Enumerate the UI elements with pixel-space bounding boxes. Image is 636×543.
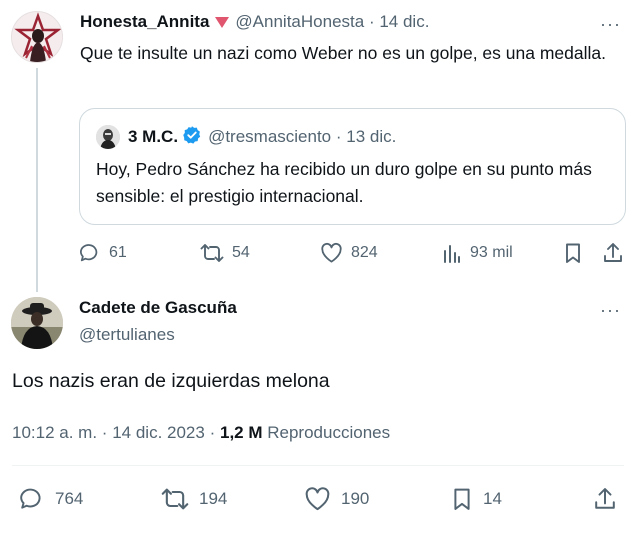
repost-count: 194 [199, 489, 228, 508]
bookmark-icon [563, 242, 583, 264]
quoted-avatar [96, 125, 120, 149]
avatar[interactable] [11, 297, 63, 349]
avatar[interactable] [11, 11, 63, 63]
bookmark-button[interactable] [563, 242, 583, 264]
like-button[interactable]: 190 [304, 486, 369, 512]
heart-icon [320, 242, 343, 264]
bookmark-count: 14 [483, 489, 502, 508]
display-name[interactable]: Cadete de Gascuña [79, 298, 237, 318]
reply-icon [79, 242, 101, 264]
separator-dot: · [101, 423, 108, 442]
repost-count: 54 [232, 244, 250, 261]
reply-button[interactable]: 764 [19, 486, 83, 512]
quoted-text: Hoy, Pedro Sánchez ha recibido un duro g… [96, 159, 592, 206]
quoted-date: 13 dic. [346, 127, 397, 146]
tweet-text: Que te insulte un nazi como Weber no es … [80, 43, 606, 63]
repost-icon [200, 242, 224, 264]
reply-button[interactable]: 61 [79, 242, 127, 264]
reply-count: 61 [109, 244, 127, 261]
triangle-icon [215, 16, 230, 28]
bookmark-icon [451, 486, 473, 512]
separator-dot: · [335, 127, 342, 146]
more-options-button[interactable]: ··· [600, 14, 621, 35]
share-icon [603, 242, 623, 264]
repost-button[interactable]: 54 [200, 242, 250, 264]
tweet-date[interactable]: 14 dic. 2023 [112, 423, 205, 442]
share-button[interactable] [603, 242, 623, 264]
heart-icon [304, 486, 331, 512]
quoted-tweet[interactable]: 3 M.C. @tresmasciento · 13 dic. Hoy, Pedr… [79, 108, 626, 225]
handle[interactable]: @AnnitaHonesta [235, 12, 364, 31]
quoted-avatar-image [96, 125, 120, 149]
like-count: 190 [341, 489, 370, 508]
share-icon [594, 486, 616, 512]
reply-count: 764 [55, 489, 84, 508]
verified-badge-icon [182, 125, 202, 150]
views-chart-icon [442, 242, 462, 264]
views-count: 1,2 M [219, 423, 263, 442]
quoted-header: 3 M.C. @tresmasciento · 13 dic. [128, 125, 396, 150]
views-button[interactable]: 93 mil [442, 242, 513, 264]
avatar-image [12, 12, 62, 62]
divider [12, 465, 624, 466]
more-options-button[interactable]: ··· [600, 300, 621, 321]
quoted-handle: @tresmasciento [208, 127, 332, 146]
tweet-time[interactable]: 10:12 a. m. [12, 423, 97, 442]
like-count: 824 [351, 244, 378, 261]
repost-icon [161, 486, 189, 512]
views-count: 93 mil [470, 244, 513, 261]
views-label: Reproducciones [267, 423, 391, 442]
handle[interactable]: @tertulianes [79, 325, 175, 345]
display-name[interactable]: Honesta_Annita [80, 12, 209, 31]
tweet-text: Los nazis eran de izquierdas melona [12, 370, 330, 392]
tweet-date[interactable]: 14 dic. [379, 12, 429, 31]
separator-dot: · [368, 12, 375, 31]
repost-button[interactable]: 194 [161, 486, 227, 512]
share-button[interactable] [594, 486, 616, 512]
parent-tweet-header: Honesta_Annita @AnnitaHonesta · 14 dic. [80, 12, 429, 32]
quoted-display-name: 3 M.C. [128, 127, 179, 146]
avatar-image [11, 297, 63, 349]
like-button[interactable]: 824 [320, 242, 378, 264]
separator-dot: · [209, 423, 216, 442]
thread-line [36, 68, 38, 292]
reply-icon [19, 486, 45, 512]
bookmark-button[interactable]: 14 [451, 486, 502, 512]
tweet-metadata: 10:12 a. m. · 14 dic. 2023 · 1,2 M Repro… [12, 423, 390, 443]
